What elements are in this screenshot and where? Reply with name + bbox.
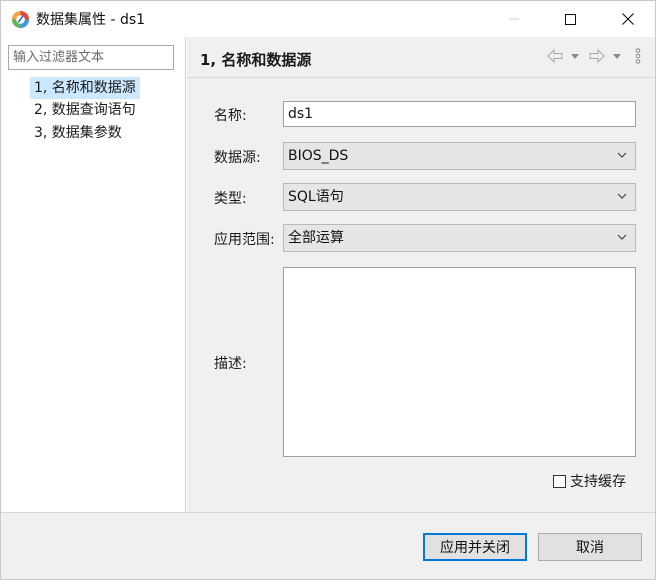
report-app-icon (11, 10, 30, 29)
minimize-icon (509, 18, 519, 20)
scope-select[interactable]: 全部运算 (283, 224, 636, 252)
cancel-button[interactable]: 取消 (538, 533, 642, 561)
description-label: 描述: (214, 356, 247, 372)
type-label: 类型: (214, 191, 247, 207)
datasource-select[interactable]: BIOS_DS (283, 142, 636, 170)
maximize-icon (564, 13, 576, 25)
page-header: 1, 名称和数据源 (187, 37, 655, 78)
view-menu-button[interactable] (635, 46, 641, 66)
description-textarea[interactable] (283, 267, 636, 457)
property-page-tree: 1, 名称和数据源 2, 数据查询语句 3, 数据集参数 (1, 37, 186, 512)
chevron-down-icon (617, 152, 627, 158)
cache-label: 支持缓存 (570, 474, 626, 490)
button-bar: 应用并关闭 取消 (1, 512, 655, 579)
close-icon (622, 13, 634, 25)
tree-item-name-datasource[interactable]: 1, 名称和数据源 (30, 77, 140, 99)
forward-arrow-icon (589, 49, 605, 63)
chevron-down-icon (617, 193, 627, 199)
forward-button[interactable] (589, 46, 605, 66)
dataset-properties-dialog: 数据集属性 - ds1 1, 名称和数据源 2, 数据查询语句 3, 数据集参数… (0, 0, 656, 580)
maximize-button[interactable] (547, 1, 593, 37)
chevron-down-icon (613, 53, 621, 59)
cache-checkbox-box[interactable] (553, 474, 566, 488)
close-button[interactable] (605, 1, 651, 37)
chevron-down-icon (617, 234, 627, 240)
forward-history-dropdown[interactable] (613, 46, 621, 66)
page-title: 1, 名称和数据源 (200, 51, 312, 69)
datasource-label: 数据源: (214, 150, 261, 166)
type-value: SQL语句 (288, 189, 344, 205)
tree-item-query-statement[interactable]: 2, 数据查询语句 (30, 99, 140, 121)
name-field[interactable] (283, 101, 636, 127)
scope-label: 应用范围: (214, 232, 275, 248)
minimize-button[interactable] (491, 1, 537, 37)
back-arrow-icon (547, 49, 563, 63)
type-select[interactable]: SQL语句 (283, 183, 636, 211)
window-title: 数据集属性 - ds1 (36, 12, 146, 28)
scope-value: 全部运算 (288, 230, 344, 246)
tree-item-dataset-parameters[interactable]: 3, 数据集参数 (30, 122, 126, 144)
title-bar: 数据集属性 - ds1 (1, 1, 655, 37)
back-history-dropdown[interactable] (571, 46, 579, 66)
datasource-value: BIOS_DS (288, 148, 349, 164)
back-button[interactable] (547, 46, 563, 66)
filter-input[interactable] (8, 45, 174, 70)
property-page: 1, 名称和数据源 名称: ds1 数据源: BIOS_DS 类型: SQL语句… (187, 37, 655, 512)
name-label: 名称: (214, 108, 247, 124)
apply-and-close-button[interactable]: 应用并关闭 (423, 533, 527, 561)
more-vertical-icon (635, 48, 641, 64)
cache-checkbox[interactable]: 支持缓存 (553, 472, 626, 490)
chevron-down-icon (571, 53, 579, 59)
